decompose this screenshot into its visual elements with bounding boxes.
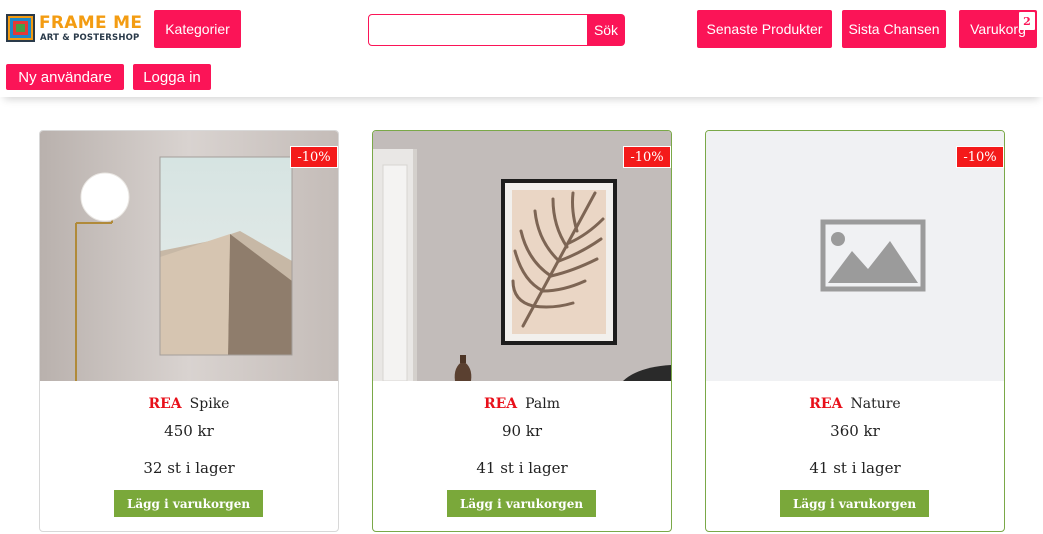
product-image[interactable]	[373, 131, 671, 381]
discount-badge: -10%	[956, 146, 1004, 168]
site-header: FRAME ME ART & POSTERSHOP Kategorier Sök…	[0, 0, 1043, 97]
product-card[interactable]: -10% REA Nature 360 kr 41 st i lager Lägg…	[705, 130, 1005, 532]
product-title[interactable]: REA Spike	[40, 396, 338, 412]
latest-products-button[interactable]: Senaste Produkter	[697, 10, 832, 48]
sale-tag: REA	[148, 396, 182, 412]
cart-button[interactable]: Varukorg 2	[959, 10, 1037, 48]
discount-badge: -10%	[623, 146, 671, 168]
product-card[interactable]: -10% REA Spike 450 kr 32 st i lager Lägg …	[39, 130, 339, 532]
sale-tag: REA	[483, 396, 518, 412]
product-stock: 41 st i lager	[809, 459, 901, 477]
add-to-cart-button[interactable]: Lägg i varukorgen	[780, 490, 929, 517]
cart-label: Varukorg	[970, 21, 1026, 37]
image-placeholder-icon	[706, 131, 1004, 381]
site-logo[interactable]: FRAME ME ART & POSTERSHOP	[6, 13, 146, 45]
product-title[interactable]: REA Nature	[706, 396, 1004, 412]
product-price: 360 kr	[830, 422, 880, 440]
product-name: Nature	[850, 396, 901, 412]
product-price: 90 kr	[501, 422, 543, 440]
product-image[interactable]	[706, 131, 1004, 381]
product-stock: 41 st i lager	[476, 459, 568, 477]
product-stock: 32 st i lager	[143, 459, 235, 477]
categories-button[interactable]: Kategorier	[154, 10, 241, 48]
logo-title: FRAME ME	[39, 13, 143, 33]
search-button[interactable]: Sök	[587, 14, 625, 46]
frame-logo-icon	[6, 14, 35, 42]
sale-tag: REA	[809, 396, 843, 412]
desert-poster-image	[40, 131, 338, 381]
logo-subtitle: ART & POSTERSHOP	[40, 33, 140, 43]
product-price: 450 kr	[164, 422, 214, 440]
product-name: Spike	[189, 396, 230, 412]
product-title[interactable]: REA Palm	[373, 396, 671, 412]
palm-poster-image	[373, 131, 671, 381]
search-input[interactable]	[368, 14, 588, 46]
cart-count-badge: 2	[1019, 12, 1035, 30]
last-chance-button[interactable]: Sista Chansen	[842, 10, 946, 48]
product-card[interactable]: -10% REA Palm 90 kr 41 st i lager Lägg i …	[372, 130, 672, 532]
discount-badge: -10%	[290, 146, 338, 168]
new-user-button[interactable]: Ny användare	[6, 64, 124, 90]
product-name: Palm	[525, 396, 561, 412]
product-image[interactable]	[40, 131, 338, 381]
add-to-cart-button[interactable]: Lägg i varukorgen	[447, 490, 596, 517]
add-to-cart-button[interactable]: Lägg i varukorgen	[114, 490, 263, 517]
login-button[interactable]: Logga in	[133, 64, 211, 90]
